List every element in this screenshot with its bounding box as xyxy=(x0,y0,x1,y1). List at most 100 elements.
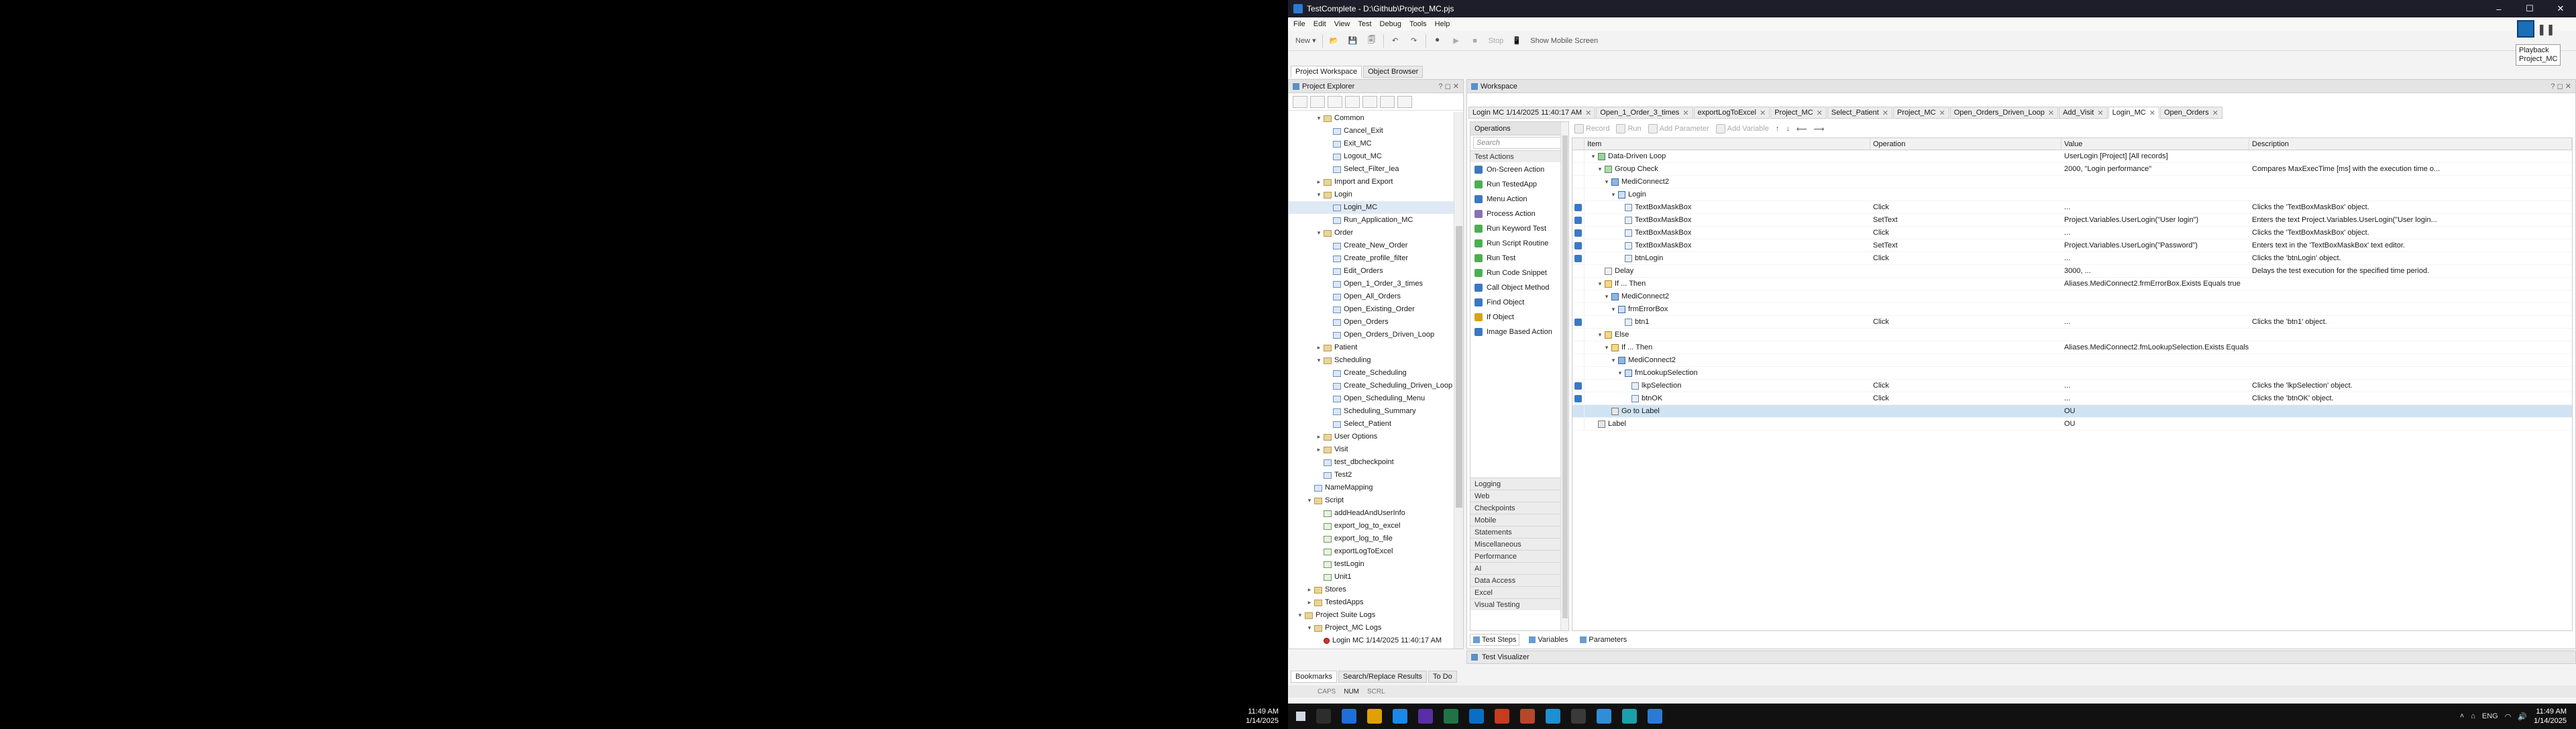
header-item[interactable]: Item xyxy=(1585,138,1870,150)
find-icon[interactable] xyxy=(1362,95,1377,108)
expand-arrow-icon[interactable]: ▸ xyxy=(1316,176,1322,188)
operation-category[interactable]: Mobile xyxy=(1470,514,1560,526)
expand-arrow-icon[interactable]: ▾ xyxy=(1316,354,1322,367)
expand-arrow-icon[interactable]: ▸ xyxy=(1306,583,1313,596)
menu-help[interactable]: Help xyxy=(1435,20,1450,28)
undo-icon[interactable]: ↶ xyxy=(1388,34,1403,48)
tab-search-replace-results[interactable]: Search/Replace Results xyxy=(1338,671,1428,683)
move-up-icon[interactable]: ↑ xyxy=(1776,125,1780,133)
close-button[interactable]: ✕ xyxy=(2545,3,2576,14)
close-tab-icon[interactable]: ✕ xyxy=(2097,109,2103,117)
tree-node[interactable]: exportLogToExcel xyxy=(1289,545,1454,558)
operation-category[interactable]: Statements xyxy=(1470,526,1560,538)
operation-item[interactable]: If Object xyxy=(1470,310,1568,325)
test-step-row[interactable]: TextBoxMaskBox SetText Project.Variables.U… xyxy=(1572,214,2572,227)
outdent-icon[interactable]: ⟵ xyxy=(1796,125,1807,133)
workspace-controls-icon[interactable]: ? ◻ ✕ xyxy=(2551,82,2571,91)
test-step-row[interactable]: TextBoxMaskBox Click... Clicks the 'TextBo… xyxy=(1572,227,2572,239)
expand-arrow-icon[interactable]: ▾ xyxy=(1297,609,1303,622)
indent-icon[interactable]: ⟶ xyxy=(1814,125,1825,133)
operations-scrollbar[interactable] xyxy=(1560,122,1568,630)
expand-arrow-icon[interactable]: ▾ xyxy=(1316,188,1322,201)
operation-category[interactable]: Logging xyxy=(1470,478,1560,490)
tree-node[interactable]: Open_Orders xyxy=(1289,316,1454,329)
expand-arrow-icon[interactable]: ▾ xyxy=(1590,150,1597,162)
tree-node[interactable]: Open_Existing_Order xyxy=(1289,303,1454,316)
taskbar-app-icon[interactable] xyxy=(1393,709,1407,724)
screenshot-icon[interactable] xyxy=(1574,254,1582,262)
tree-node[interactable]: ▸ User Options xyxy=(1289,431,1454,443)
close-tab-icon[interactable]: ✕ xyxy=(1939,109,1945,117)
open-icon[interactable]: 📂 xyxy=(1327,34,1342,48)
taskbar-app-icon[interactable] xyxy=(1469,709,1484,724)
category-test-actions[interactable]: Test Actions xyxy=(1470,150,1568,162)
project-tree-scrollbar[interactable] xyxy=(1454,112,1463,649)
tree-node[interactable]: test_dbcheckpoint xyxy=(1289,456,1454,469)
tree-node[interactable]: Unit1 xyxy=(1289,571,1454,583)
add-existing-item-icon[interactable] xyxy=(1328,95,1342,108)
menu-view[interactable]: View xyxy=(1334,20,1350,28)
expand-arrow-icon[interactable]: ▸ xyxy=(1316,443,1322,456)
tree-node[interactable]: ▸ Visit xyxy=(1289,443,1454,456)
tree-node[interactable]: Open_1_Order_3_times xyxy=(1289,278,1454,290)
show-mobile-screen-button[interactable]: Show Mobile Screen xyxy=(1528,34,1600,48)
add-new-item-icon[interactable] xyxy=(1310,95,1325,108)
tab-bookmarks[interactable]: Bookmarks xyxy=(1291,671,1338,683)
document-tab[interactable]: exportLogToExcel ✕ xyxy=(1693,107,1770,119)
document-tab[interactable]: Login_MC ✕ xyxy=(2108,107,2159,119)
expand-arrow-icon[interactable]: ▾ xyxy=(1597,163,1603,175)
tree-node[interactable]: ▾ Login xyxy=(1289,188,1454,201)
test-step-row[interactable]: TextBoxMaskBox Click... Clicks the 'TextBo… xyxy=(1572,201,2572,214)
project-properties-icon[interactable] xyxy=(1345,95,1360,108)
maximize-button[interactable]: ☐ xyxy=(2514,3,2545,14)
left-clock[interactable]: 11:49 AM 1/14/2025 xyxy=(1246,707,1279,726)
test-step-row[interactable]: ▾ Group Check 2000, "Login performance" Com… xyxy=(1572,163,2572,176)
tree-node[interactable]: testLogin xyxy=(1289,558,1454,571)
tree-node[interactable]: ▾ Project_MC Logs xyxy=(1289,622,1454,634)
windows-start-icon[interactable] xyxy=(1296,712,1305,721)
menu-file[interactable]: File xyxy=(1293,20,1305,28)
menu-test[interactable]: Test xyxy=(1358,20,1371,28)
tab-variables[interactable]: Variables xyxy=(1526,634,1570,646)
expand-arrow-icon[interactable]: ▾ xyxy=(1597,278,1603,290)
expand-arrow-icon[interactable]: ▾ xyxy=(1316,227,1322,239)
operation-item[interactable]: Menu Action xyxy=(1470,192,1568,207)
tree-node[interactable]: Login MC 1/14/2025 11:40:17 AM xyxy=(1289,634,1454,647)
taskbar-app-icon[interactable] xyxy=(1444,709,1458,724)
tree-node[interactable]: Create_Scheduling xyxy=(1289,367,1454,380)
taskbar-app-icon[interactable] xyxy=(1316,709,1331,724)
screenshot-icon[interactable] xyxy=(1574,229,1582,237)
tab-to-do[interactable]: To Do xyxy=(1428,671,1457,683)
expand-arrow-icon[interactable]: ▾ xyxy=(1603,341,1610,353)
collapse-icon[interactable] xyxy=(1380,95,1395,108)
tree-node[interactable]: Create_New_Order xyxy=(1289,239,1454,252)
redo-icon[interactable]: ↷ xyxy=(1407,34,1421,48)
operations-search-input[interactable]: Search xyxy=(1473,137,1566,149)
move-down-icon[interactable]: ↓ xyxy=(1786,125,1790,133)
run-button[interactable]: Run xyxy=(1616,124,1642,133)
tab-parameters[interactable]: Parameters xyxy=(1577,634,1629,646)
tree-node[interactable]: Select_Patient xyxy=(1289,418,1454,431)
document-tab[interactable]: Open_1_Order_3_times ✕ xyxy=(1596,107,1693,119)
taskbar-app-icon[interactable] xyxy=(1418,709,1433,724)
screenshot-icon[interactable] xyxy=(1574,318,1582,326)
tree-node[interactable]: NameMapping xyxy=(1289,482,1454,494)
operation-category[interactable]: AI xyxy=(1470,562,1560,574)
operation-item[interactable]: On-Screen Action xyxy=(1470,162,1568,177)
expand-arrow-icon[interactable]: ▸ xyxy=(1316,341,1322,354)
tab-object-browser[interactable]: Object Browser xyxy=(1363,66,1424,78)
tree-node[interactable]: Run_Application_MC xyxy=(1289,214,1454,227)
test-step-row[interactable]: ▾ frmErrorBox xyxy=(1572,303,2572,316)
wifi-icon[interactable]: ◠ xyxy=(2505,712,2512,721)
test-step-row[interactable]: btnLogin Click... Clicks the 'btnLogin' ob… xyxy=(1572,252,2572,265)
tree-node[interactable]: Test2 xyxy=(1289,469,1454,482)
tree-node[interactable]: export_log_to_excel xyxy=(1289,520,1454,532)
test-step-row[interactable]: ▾ Else xyxy=(1572,329,2572,341)
operation-item[interactable]: Image Based Action xyxy=(1470,325,1568,339)
tree-node[interactable]: ▾ Common xyxy=(1289,112,1454,125)
close-tab-icon[interactable]: ✕ xyxy=(2212,109,2218,117)
tree-node[interactable]: ▾ Order xyxy=(1289,227,1454,239)
panel-controls-icon[interactable]: ? ◻ ✕ xyxy=(1438,82,1459,91)
test-step-row[interactable]: ▾ Data-Driven Loop UserLogin [Project] [Al… xyxy=(1572,150,2572,163)
tree-node[interactable]: export_log_to_file xyxy=(1289,532,1454,545)
